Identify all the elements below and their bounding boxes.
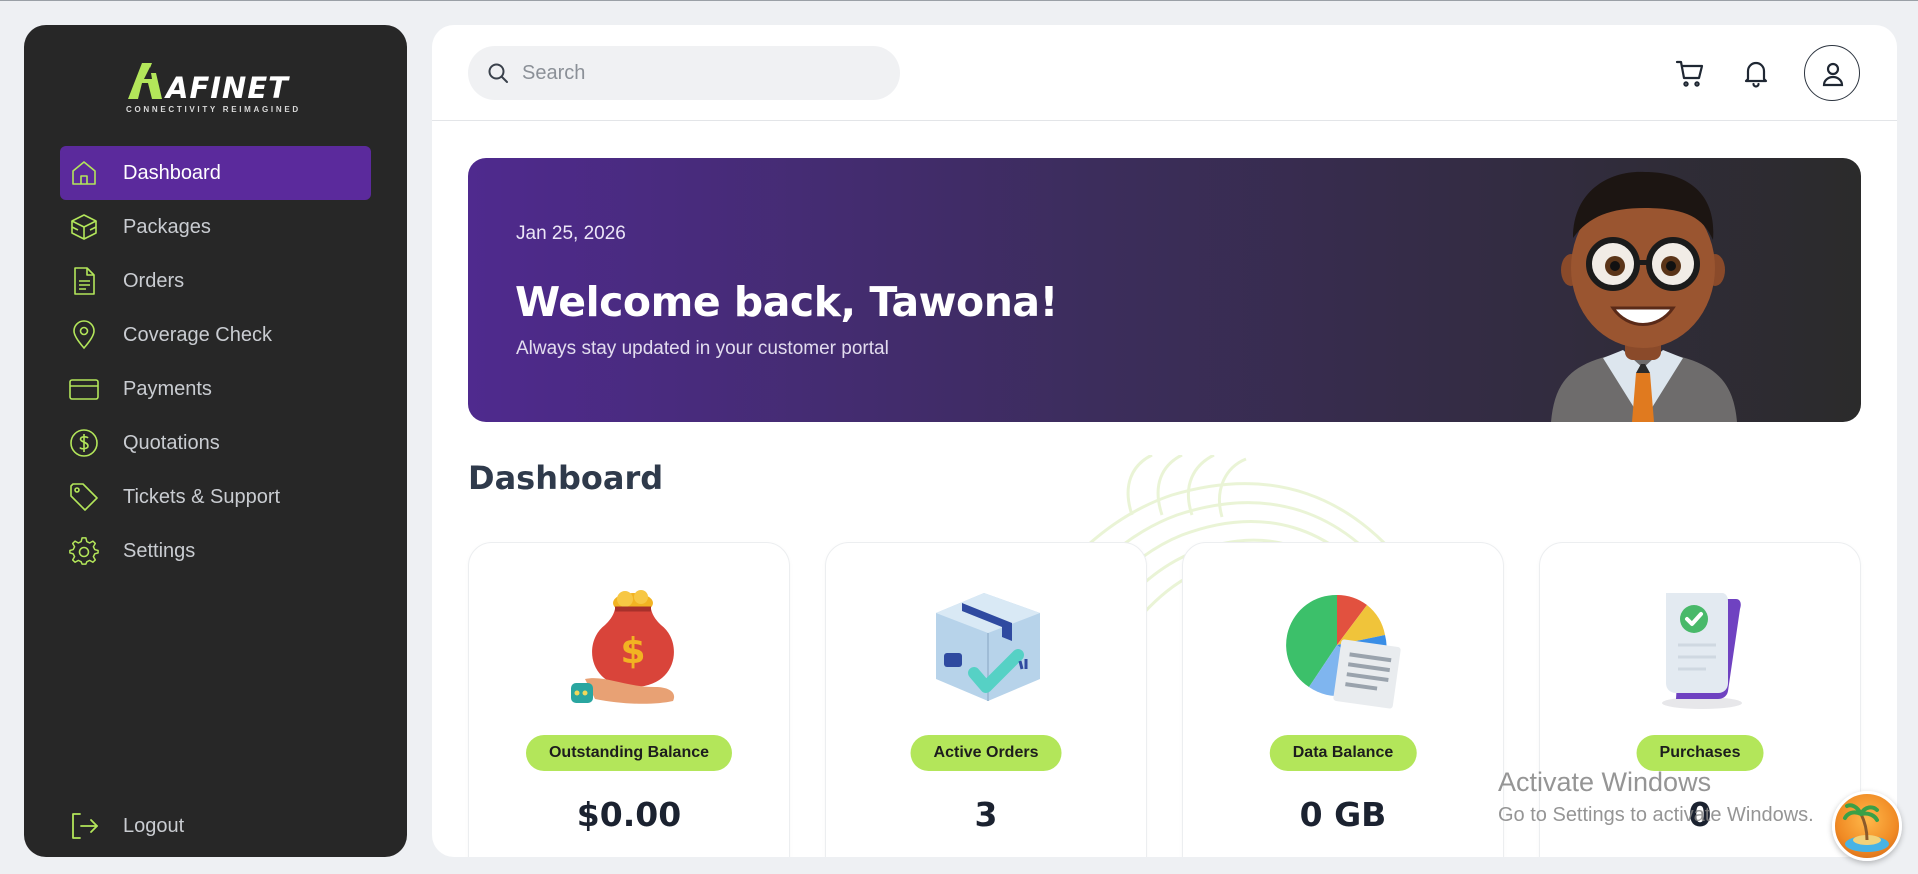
card-label: Active Orders — [910, 735, 1062, 771]
money-bag-icon: $ — [571, 590, 675, 704]
current-date: Jan 25, 2026 — [516, 223, 626, 244]
tag-icon — [70, 483, 98, 511]
card-label: Outstanding Balance — [525, 735, 733, 771]
cart-icon — [1675, 60, 1704, 87]
document-icon — [74, 267, 95, 295]
brand-tagline: CONNECTIVITY REIMAGINED — [126, 105, 301, 114]
brand-logo[interactable]: AFINET CONNECTIVITY REIMAGINED — [124, 57, 314, 117]
box-icon — [71, 214, 97, 240]
search-input[interactable] — [522, 57, 882, 89]
home-icon — [72, 161, 96, 185]
palm-island-icon — [1843, 803, 1889, 852]
gear-icon — [69, 537, 99, 565]
afinet-logo-icon — [128, 63, 162, 99]
sidebar-item-payments[interactable]: Payments — [60, 362, 371, 416]
sidebar-item-dashboard[interactable]: Dashboard — [60, 146, 371, 200]
main-panel: Jan 25, 2026 Welcome back, Tawona! Alway… — [432, 25, 1897, 857]
data-balance-card[interactable]: Data Balance 0 GB — [1182, 542, 1504, 857]
active-orders-card[interactable]: Active Orders 3 — [825, 542, 1147, 857]
top-bar — [432, 25, 1897, 121]
sidebar-item-packages[interactable]: Packages — [60, 200, 371, 254]
search-icon — [488, 63, 508, 83]
bell-icon — [1744, 61, 1768, 88]
sidebar-item-label: Coverage Check — [123, 324, 272, 346]
brand-name: AFINET — [166, 71, 289, 105]
logout-icon — [72, 813, 98, 839]
pie-chart-icon — [1286, 594, 1401, 709]
sidebar-item-label: Tickets & Support — [123, 486, 281, 508]
activate-windows-title: Activate Windows — [1498, 767, 1712, 797]
card-label: Purchases — [1636, 735, 1764, 771]
card-value: $0.00 — [576, 795, 682, 834]
notifications-button[interactable] — [1736, 53, 1776, 93]
sidebar-item-quotations[interactable]: Quotations — [60, 416, 371, 470]
logout-button[interactable]: Logout — [60, 799, 371, 853]
welcome-title: Welcome back, Tawona! — [515, 278, 1058, 326]
sidebar: AFINET CONNECTIVITY REIMAGINED Dashboard… — [24, 25, 407, 857]
sidebar-item-label: Settings — [123, 540, 196, 562]
search-box[interactable] — [468, 46, 900, 100]
sidebar-item-tickets-support[interactable]: Tickets & Support — [60, 470, 371, 524]
card-value: 0 GB — [1299, 795, 1387, 834]
sidebar-item-settings[interactable]: Settings — [60, 524, 371, 578]
sidebar-item-label: Packages — [123, 216, 211, 238]
dashboard-section-title: Dashboard — [468, 459, 664, 497]
avatar-illustration — [1551, 171, 1737, 422]
card-label: Data Balance — [1269, 735, 1417, 771]
outstanding-balance-card[interactable]: $ Outstanding Balance $0.00 — [468, 542, 790, 857]
user-avatar-button[interactable] — [1804, 45, 1860, 101]
sidebar-item-label: Orders — [123, 270, 185, 292]
receipt-check-icon — [1662, 593, 1742, 709]
logout-label: Logout — [123, 815, 185, 837]
cart-button[interactable] — [1670, 53, 1710, 93]
sidebar-item-orders[interactable]: Orders — [60, 254, 371, 308]
welcome-subtitle: Always stay updated in your customer por… — [516, 338, 889, 359]
floating-island-icon[interactable] — [1832, 791, 1902, 861]
svg-text:$: $ — [620, 631, 645, 672]
credit-card-icon — [69, 379, 99, 400]
sidebar-item-label: Payments — [123, 378, 212, 400]
activate-windows-watermark: Activate Windows Go to Settings to activ… — [1498, 767, 1814, 827]
card-value: 3 — [974, 795, 998, 834]
welcome-banner: Jan 25, 2026 Welcome back, Tawona! Alway… — [468, 158, 1861, 422]
sidebar-item-coverage-check[interactable]: Coverage Check — [60, 308, 371, 362]
sidebar-item-label: Quotations — [123, 432, 220, 454]
sidebar-nav: Dashboard Packages Orders Coverage Check… — [60, 146, 371, 578]
user-icon — [1822, 62, 1844, 87]
activate-windows-subtitle: Go to Settings to activate Windows. — [1498, 804, 1814, 826]
map-pin-icon — [73, 320, 95, 350]
dollar-circle-icon — [70, 429, 98, 457]
package-icon — [936, 593, 1040, 701]
sidebar-item-label: Dashboard — [123, 162, 221, 184]
